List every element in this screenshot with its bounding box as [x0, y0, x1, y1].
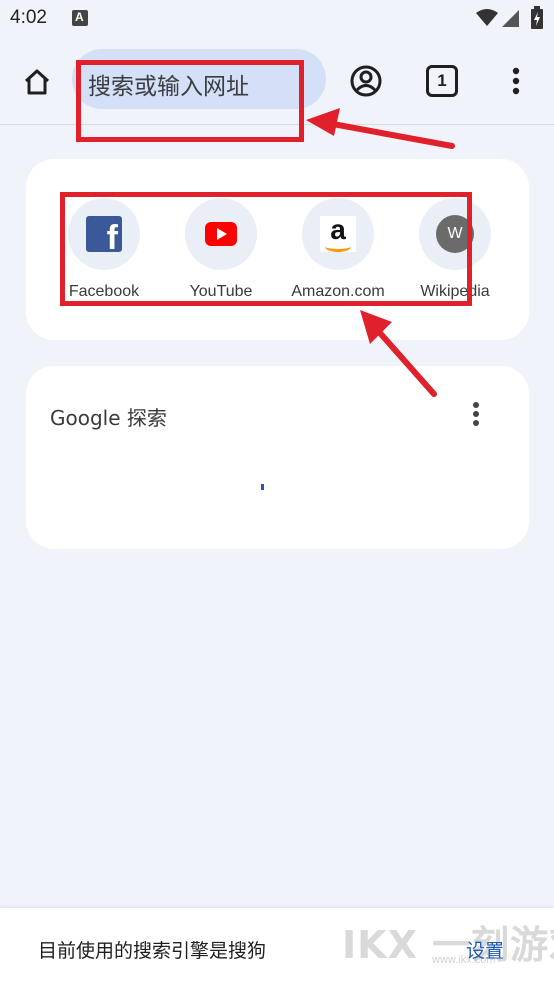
search-engine-message-bar: 目前使用的搜索引擎是搜狗 IKX 一刻游戏网 www.ikx.com 设置: [0, 908, 554, 984]
annotation-arrows: [306, 108, 455, 397]
settings-link[interactable]: 设置: [466, 936, 504, 963]
search-engine-message: 目前使用的搜索引擎是搜狗: [38, 940, 267, 962]
arrow-head-icon: [306, 108, 340, 136]
